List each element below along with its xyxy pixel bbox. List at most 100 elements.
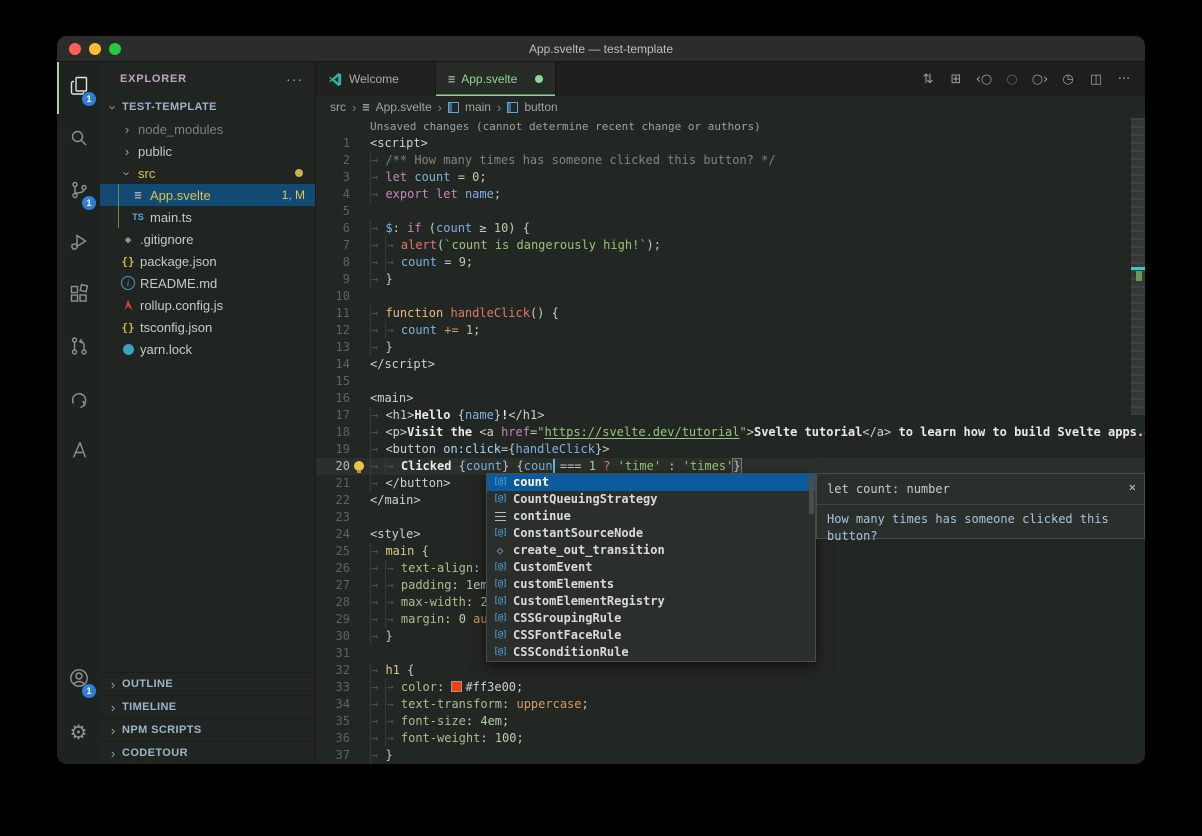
code-line[interactable]: 37→} <box>316 747 1145 764</box>
activity-item-extensions[interactable] <box>57 270 100 322</box>
tree-item-rollup-config-js[interactable]: rollup.config.js <box>100 294 315 316</box>
code-line[interactable]: 6→$: if (count ≥ 10) { <box>316 220 1145 237</box>
breadcrumb-item[interactable]: button <box>524 100 557 114</box>
suggest-item-cssconditionrule[interactable]: [@]CSSConditionRule <box>487 644 815 661</box>
token: ; <box>516 680 523 694</box>
suggest-item-count[interactable]: [@]count <box>487 474 815 491</box>
json-icon: {} <box>120 321 136 334</box>
code-line[interactable]: 10 <box>316 288 1145 305</box>
suggest-item-cssfontfacerule[interactable]: [@]CSSFontFaceRule <box>487 627 815 644</box>
activity-item-explorer[interactable]: 1 <box>57 62 100 114</box>
activity-item-run-debug[interactable] <box>57 218 100 270</box>
token: → <box>385 696 400 713</box>
activity-item-account[interactable]: 1 <box>57 654 100 706</box>
code-line[interactable]: 17→<h1>Hello {name}!</h1> <box>316 407 1145 424</box>
token: → <box>370 662 385 679</box>
suggest-item-customevent[interactable]: [@]CustomEvent <box>487 559 815 576</box>
code-line[interactable]: 14</script> <box>316 356 1145 373</box>
line-number: 31 <box>316 645 350 662</box>
previous-change-icon[interactable]: ‹○ <box>971 72 997 87</box>
tree-item-readme-md[interactable]: iREADME.md <box>100 272 315 294</box>
activity-item-github-pull-requests[interactable] <box>57 322 100 374</box>
code-editor[interactable]: Unsaved changes (cannot determine recent… <box>316 118 1145 764</box>
code-line[interactable]: 5 <box>316 203 1145 220</box>
file-heatmap-icon[interactable]: ◷ <box>1055 72 1081 87</box>
code-line[interactable]: 4→export let name; <box>316 186 1145 203</box>
line-content: →</button> <box>350 475 450 492</box>
code-line[interactable]: 13→} <box>316 339 1145 356</box>
git-icon: ◆ <box>120 233 136 246</box>
suggest-item-customelementregistry[interactable]: [@]CustomElementRegistry <box>487 593 815 610</box>
activity-item-source-control[interactable]: 1 <box>57 166 100 218</box>
sidebar-section-timeline[interactable]: ›TIMELINE <box>100 695 315 718</box>
code-line[interactable]: 12→→count += 1; <box>316 322 1145 339</box>
tree-item-package-json[interactable]: {}package.json <box>100 250 315 272</box>
breadcrumb-item[interactable]: src <box>330 100 346 114</box>
code-line[interactable]: 8→→count = 9; <box>316 254 1145 271</box>
split-editor-icon[interactable]: ◫ <box>1083 72 1109 87</box>
tree-item-src[interactable]: ›src <box>100 162 315 184</box>
sidebar-section-npm-scripts[interactable]: ›NPM SCRIPTS <box>100 718 315 741</box>
project-root-row[interactable]: › TEST-TEMPLATE <box>100 96 315 118</box>
code-line[interactable]: 36→→font-weight: 100; <box>316 730 1145 747</box>
code-line[interactable]: 19→<button on:click={handleClick}> <box>316 441 1145 458</box>
sidebar-section-outline[interactable]: ›OUTLINE <box>100 672 315 695</box>
breadcrumb-item[interactable]: main <box>465 100 491 114</box>
tree-item-public[interactable]: ›public <box>100 140 315 162</box>
suggest-item-constantsourcenode[interactable]: [@]ConstantSourceNode <box>487 525 815 542</box>
breadcrumb-item[interactable]: App.svelte <box>376 100 432 114</box>
code-line[interactable]: 1<script> <box>316 135 1145 152</box>
open-changes-icon[interactable]: ⊞ <box>943 72 969 87</box>
code-line[interactable]: 15 <box>316 373 1145 390</box>
code-line[interactable]: 33→→color: #ff3e00; <box>316 679 1145 696</box>
close-icon[interactable]: ✕ <box>1129 479 1136 496</box>
code-line[interactable]: 2→/** How many times has someone clicked… <box>316 152 1145 169</box>
token: : <box>437 680 451 694</box>
suggest-item-countqueuingstrategy[interactable]: [@]CountQueuingStrategy <box>487 491 815 508</box>
next-change-icon[interactable]: ○› <box>1027 72 1053 87</box>
token: → <box>385 594 400 611</box>
suggest-item-cssgroupingrule[interactable]: [@]CSSGroupingRule <box>487 610 815 627</box>
code-line[interactable]: 3→let count = 0; <box>316 169 1145 186</box>
tab-app-svelte[interactable]: ≡ App.svelte <box>436 62 556 96</box>
breadcrumb[interactable]: src›≡App.svelte›main›button <box>316 96 1145 118</box>
line-number: 28 <box>316 594 350 611</box>
minimap[interactable] <box>1131 118 1145 415</box>
tree-item-main-ts[interactable]: TSmain.ts <box>100 206 315 228</box>
code-line[interactable]: 35→→font-size: 4em; <box>316 713 1145 730</box>
bracket-match: } <box>733 459 740 473</box>
code-line[interactable]: 16<main> <box>316 390 1145 407</box>
code-line[interactable]: 18→<p>Visit the <a href="https://svelte.… <box>316 424 1145 441</box>
activity-item-azure[interactable] <box>57 426 100 478</box>
token: → <box>370 237 385 254</box>
tree-item-app-svelte[interactable]: ≡App.svelte1, M <box>100 184 315 206</box>
sidebar-section-codetour[interactable]: ›CODETOUR <box>100 741 315 764</box>
more-actions-icon[interactable]: ··· <box>1111 72 1137 87</box>
lightbulb-icon[interactable] <box>354 461 364 471</box>
change-indicator-icon[interactable]: ○ <box>999 72 1025 87</box>
line-number: 24 <box>316 526 350 543</box>
code-line[interactable]: 34→→text-transform: uppercase; <box>316 696 1145 713</box>
tab-welcome[interactable]: Welcome <box>316 62 436 96</box>
tree-item--gitignore[interactable]: ◆.gitignore <box>100 228 315 250</box>
token: = <box>450 170 472 184</box>
section-label: CODETOUR <box>122 747 188 759</box>
activity-item-search[interactable] <box>57 114 100 166</box>
modified-dot-icon <box>535 75 543 83</box>
activity-item-settings[interactable]: ⚙ <box>57 706 100 758</box>
gitlens-compare-icon[interactable]: ⇅ <box>915 72 941 87</box>
code-line[interactable]: 9→} <box>316 271 1145 288</box>
tree-item-yarn-lock[interactable]: yarn.lock <box>100 338 315 360</box>
code-line[interactable]: 11→function handleClick() { <box>316 305 1145 322</box>
suggest-item-create_out_transition[interactable]: ◇create_out_transition <box>487 542 815 559</box>
activity-item-live-share[interactable] <box>57 374 100 426</box>
code-line[interactable]: 32→h1 { <box>316 662 1145 679</box>
sidebar-more-actions-icon[interactable]: ··· <box>286 71 303 87</box>
suggest-item-continue[interactable]: continue <box>487 508 815 525</box>
tree-item-node-modules[interactable]: ›node_modules <box>100 118 315 140</box>
suggest-scrollbar[interactable] <box>809 476 814 514</box>
code-line[interactable]: 7→→alert(`count is dangerously high!`); <box>316 237 1145 254</box>
token: } { <box>502 459 524 473</box>
tree-item-tsconfig-json[interactable]: {}tsconfig.json <box>100 316 315 338</box>
suggest-item-customelements[interactable]: [@]customElements <box>487 576 815 593</box>
